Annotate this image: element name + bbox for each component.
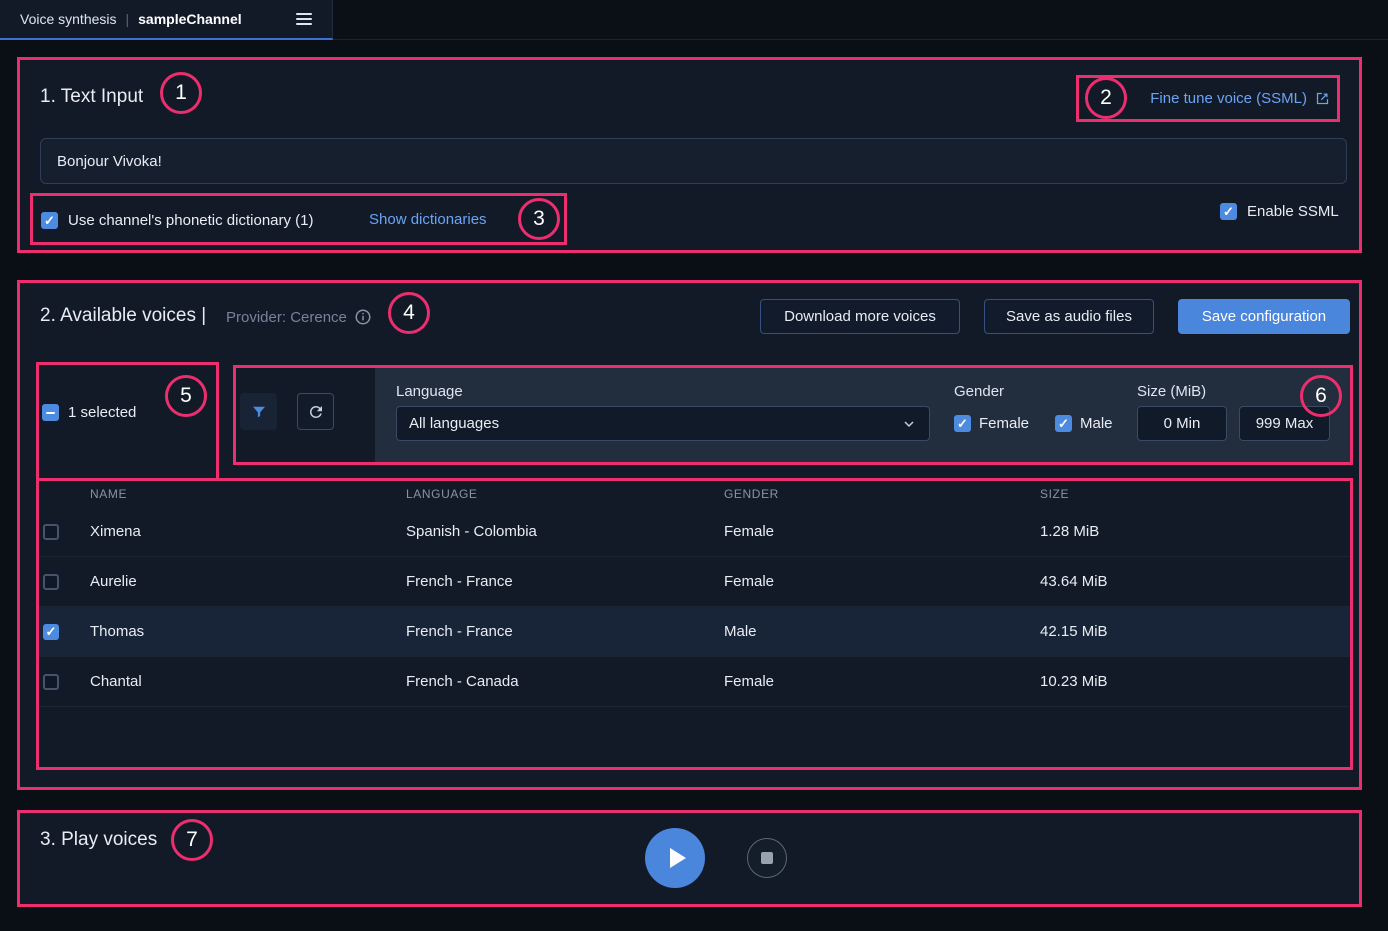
male-filter-row: Male [1055,415,1113,432]
text-input-section-title: 1. Text Input [40,83,143,111]
phonetic-dictionary-row: Use channel's phonetic dictionary (1) [41,203,314,237]
voices-table-header: NAME LANGUAGE GENDER SIZE [39,481,1350,507]
female-filter-row: Female [954,415,1029,432]
table-row: Thomas French - France Male 42.15 MiB [39,607,1350,657]
enable-ssml-checkbox[interactable] [1220,203,1237,220]
column-header-gender: GENDER [724,487,1040,501]
select-all-checkbox[interactable] [42,404,59,421]
enable-ssml-label: Enable SSML [1247,203,1339,220]
phonetic-dictionary-label: Use channel's phonetic dictionary (1) [68,212,314,229]
voice-name: Chantal [90,673,406,690]
phonetic-dictionary-checkbox[interactable] [41,212,58,229]
gender-filter-label: Gender [954,382,1004,402]
male-label: Male [1080,415,1113,432]
voices-table: NAME LANGUAGE GENDER SIZE Ximena Spanish… [39,481,1350,707]
voice-name: Ximena [90,523,406,540]
language-filter-label: Language [396,382,463,402]
selected-count-row: 1 selected [42,404,136,421]
voice-size: 1.28 MiB [1040,523,1350,540]
play-icon [670,848,686,868]
top-bar: Voice synthesis | sampleChannel [0,0,1388,40]
tab-separator: | [126,11,130,27]
tab-voice-synthesis[interactable]: Voice synthesis | sampleChannel [0,0,333,40]
chevron-down-icon [901,416,917,432]
male-checkbox[interactable] [1055,415,1072,432]
provider-label: Provider: Cerence [226,308,347,328]
voice-name: Aurelie [90,573,406,590]
refresh-button[interactable] [297,393,334,430]
voice-gender: Female [724,673,1040,690]
size-min-input[interactable]: 0 Min [1137,406,1227,441]
filter-icon [250,403,268,421]
language-select-value: All languages [409,415,499,432]
menu-icon[interactable] [292,9,316,29]
column-header-size: SIZE [1040,487,1350,501]
voice-language: Spanish - Colombia [406,523,724,540]
voice-name: Thomas [90,623,406,640]
voice-checkbox[interactable] [43,524,59,540]
size-max-input[interactable]: 999 Max [1239,406,1330,441]
save-as-audio-files-button[interactable]: Save as audio files [984,299,1154,334]
voice-language: French - France [406,623,724,640]
info-icon[interactable] [354,308,372,326]
refresh-icon [307,403,325,421]
voice-checkbox[interactable] [43,674,59,690]
filter-button[interactable] [240,393,277,430]
fine-tune-ssml-label: Fine tune voice (SSML) [1150,90,1307,107]
voice-gender: Female [724,573,1040,590]
tab-channel-name: sampleChannel [138,11,241,27]
stop-icon [761,852,773,864]
voice-gender: Female [724,523,1040,540]
text-input[interactable] [40,138,1347,184]
voice-size: 10.23 MiB [1040,673,1350,690]
play-section-title: 3. Play voices [40,826,157,854]
voice-language: French - France [406,573,724,590]
play-button[interactable] [645,828,705,888]
external-link-icon [1315,91,1330,106]
voices-section-title: 2. Available voices | [40,302,206,330]
voice-checkbox[interactable] [43,624,59,640]
enable-ssml-row: Enable SSML [1220,203,1339,220]
table-row: Chantal French - Canada Female 10.23 MiB [39,657,1350,707]
app-window: Voice synthesis | sampleChannel 1. Text … [0,0,1388,931]
column-header-language: LANGUAGE [406,487,724,501]
female-label: Female [979,415,1029,432]
table-row: Aurelie French - France Female 43.64 MiB [39,557,1350,607]
female-checkbox[interactable] [954,415,971,432]
selected-count-label: 1 selected [68,404,136,421]
column-header-name: NAME [90,487,406,501]
voice-checkbox[interactable] [43,574,59,590]
voice-size: 43.64 MiB [1040,573,1350,590]
voice-size: 42.15 MiB [1040,623,1350,640]
voice-language: French - Canada [406,673,724,690]
show-dictionaries-link[interactable]: Show dictionaries [369,211,487,228]
language-select[interactable]: All languages [396,406,930,441]
download-more-voices-button[interactable]: Download more voices [760,299,960,334]
tab-app-title: Voice synthesis [20,11,117,27]
table-row: Ximena Spanish - Colombia Female 1.28 Mi… [39,507,1350,557]
stop-button[interactable] [747,838,787,878]
save-configuration-button[interactable]: Save configuration [1178,299,1350,334]
fine-tune-ssml-link[interactable]: Fine tune voice (SSML) [1130,75,1330,122]
size-filter-label: Size (MiB) [1137,382,1206,402]
voice-gender: Male [724,623,1040,640]
